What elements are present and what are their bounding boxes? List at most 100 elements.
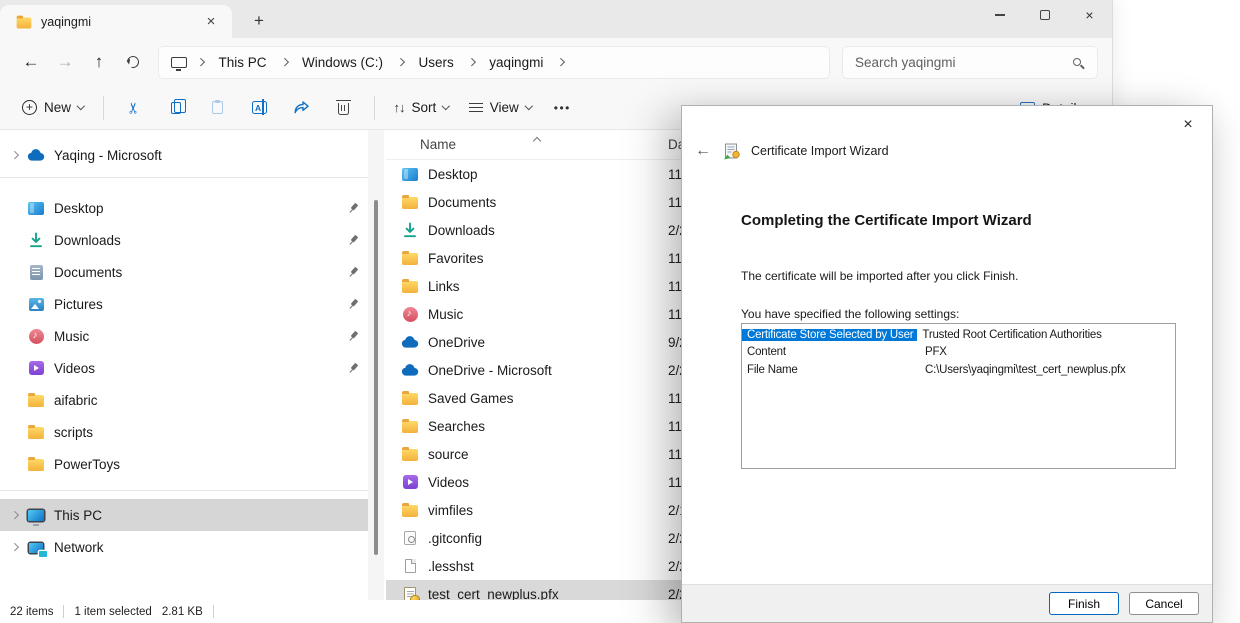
breadcrumb-yaqingmi[interactable]: yaqingmi — [485, 53, 547, 72]
sidebar-item-label: This PC — [54, 508, 368, 523]
sidebar-item-pictures[interactable]: Pictures — [0, 288, 368, 320]
folder-icon — [402, 449, 418, 461]
download-icon — [28, 232, 44, 248]
cut-button[interactable]: ✂ — [113, 92, 155, 124]
folder-icon — [402, 253, 418, 265]
chevron-right-icon — [468, 58, 476, 66]
folder-icon — [28, 459, 44, 471]
folder-icon — [17, 17, 32, 28]
sidebar-item-desktop[interactable]: Desktop — [0, 192, 368, 224]
refresh-icon — [125, 54, 141, 70]
sidebar-item-documents[interactable]: Documents — [0, 256, 368, 288]
sidebar-item-label: scripts — [54, 425, 368, 440]
setting-key: Content — [742, 346, 922, 358]
refresh-button[interactable] — [116, 46, 150, 78]
minimize-icon — [995, 14, 1005, 15]
file-name: OneDrive - Microsoft — [428, 363, 552, 378]
chevron-right-icon — [280, 58, 288, 66]
sidebar-item-music[interactable]: Music — [0, 320, 368, 352]
new-button[interactable]: New — [12, 92, 94, 124]
sort-button[interactable]: ↑↓ Sort — [384, 92, 459, 124]
sidebar-item-scripts[interactable]: scripts — [0, 416, 368, 448]
address-bar[interactable]: This PC Windows (C:) Users yaqingmi — [158, 46, 830, 79]
new-tab-button[interactable]: + — [248, 10, 270, 32]
folder-icon — [28, 427, 44, 439]
more-options-button[interactable]: ••• — [541, 92, 583, 124]
sidebar-item-this-pc[interactable]: This PC — [0, 499, 368, 531]
chevron-right-icon — [397, 58, 405, 66]
column-header-name[interactable]: Name — [420, 137, 456, 152]
sidebar-item-onedrive-root[interactable]: Yaqing - Microsoft — [0, 139, 368, 171]
view-button[interactable]: View — [459, 92, 542, 124]
sidebar-item-powertoys[interactable]: PowerToys — [0, 448, 368, 480]
navigation-bar: ← → ↑ This PC Windows (C:) Users yaqingm… — [0, 38, 1112, 86]
selection-size: 2.81 KB — [162, 606, 203, 618]
share-button[interactable] — [281, 92, 323, 124]
delete-button[interactable] — [323, 92, 365, 124]
chevron-down-icon — [442, 102, 450, 110]
copy-button[interactable] — [155, 92, 197, 124]
new-label: New — [44, 100, 71, 115]
onedrive-cloud-icon — [27, 149, 45, 161]
video-icon — [403, 475, 418, 489]
desktop-icon — [402, 168, 418, 181]
settings-row[interactable]: File Name C:\Users\yaqingmi\test_cert_ne… — [742, 361, 1175, 379]
tab-close-icon[interactable]: × — [200, 11, 222, 33]
onedrive-cloud-icon — [401, 364, 419, 376]
explorer-tab[interactable]: yaqingmi × — [0, 5, 232, 38]
file-name: source — [428, 447, 469, 462]
sidebar-item-videos[interactable]: Videos — [0, 352, 368, 384]
breadcrumb-windows-c[interactable]: Windows (C:) — [298, 53, 387, 72]
chevron-right-icon — [197, 58, 205, 66]
up-button[interactable]: ↑ — [82, 46, 116, 78]
pin-icon — [345, 232, 361, 248]
sidebar-item-downloads[interactable]: Downloads — [0, 224, 368, 256]
pin-icon — [345, 296, 361, 312]
file-name: Videos — [428, 475, 469, 490]
folder-icon — [402, 393, 418, 405]
sidebar-item-label: Yaqing - Microsoft — [54, 148, 368, 163]
rename-button[interactable] — [239, 92, 281, 124]
folder-icon — [402, 505, 418, 517]
paste-button[interactable] — [197, 92, 239, 124]
search-input[interactable] — [855, 55, 1065, 70]
setting-value: Trusted Root Certification Authorities — [917, 329, 1101, 341]
toolbar-divider — [103, 96, 104, 120]
file-name: test_cert_newplus.pfx — [428, 587, 559, 601]
sort-arrows-icon: ↑↓ — [394, 100, 405, 115]
file-name: Links — [428, 279, 460, 294]
pin-icon — [345, 328, 361, 344]
download-icon — [402, 222, 418, 238]
close-button[interactable]: × — [1067, 0, 1112, 30]
view-lines-icon — [469, 103, 483, 112]
sidebar-scrollbar[interactable] — [368, 130, 384, 600]
breadcrumb-this-pc[interactable]: This PC — [215, 53, 271, 72]
sidebar-item-aifabric[interactable]: aifabric — [0, 384, 368, 416]
settings-row[interactable]: Content PFX — [742, 344, 1175, 362]
setting-key: File Name — [742, 364, 922, 376]
dialog-back-button[interactable]: ← — [695, 142, 711, 160]
breadcrumb-users[interactable]: Users — [415, 53, 458, 72]
network-icon — [29, 543, 43, 553]
scrollbar-thumb[interactable] — [374, 200, 378, 555]
sidebar-item-network[interactable]: Network — [0, 531, 368, 563]
file-name: .gitconfig — [428, 531, 482, 546]
settings-row[interactable]: Certificate Store Selected by User Trust… — [742, 326, 1175, 344]
cancel-button[interactable]: Cancel — [1129, 592, 1199, 615]
maximize-button[interactable] — [1022, 0, 1067, 30]
copy-icon — [171, 102, 181, 114]
trash-icon — [338, 103, 349, 115]
settings-table[interactable]: Certificate Store Selected by User Trust… — [741, 323, 1176, 469]
window-controls: × — [977, 0, 1112, 38]
dialog-close-button[interactable]: × — [1173, 113, 1203, 137]
search-box[interactable] — [842, 46, 1098, 79]
forward-button[interactable]: → — [48, 46, 82, 78]
file-name: OneDrive — [428, 335, 485, 350]
back-button[interactable]: ← — [14, 46, 48, 78]
toolbar-divider — [374, 96, 375, 120]
status-divider — [213, 605, 214, 618]
minimize-button[interactable] — [977, 0, 1022, 30]
chevron-down-icon — [525, 102, 533, 110]
finish-button[interactable]: Finish — [1049, 592, 1119, 615]
sidebar-item-label: Pictures — [54, 297, 338, 312]
